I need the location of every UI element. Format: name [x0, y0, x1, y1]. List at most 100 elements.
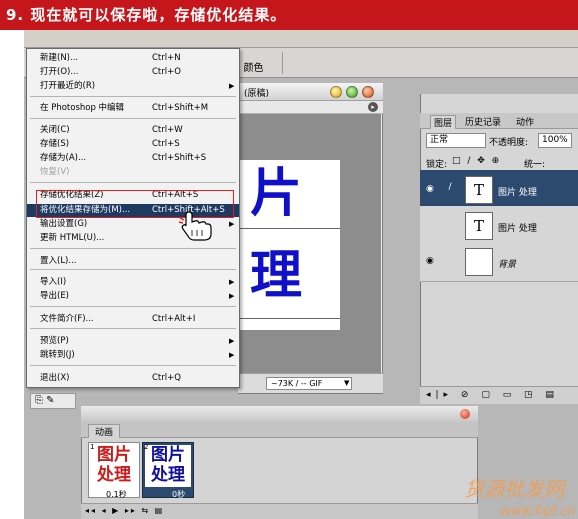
menu-item-label: 置入(L)... — [40, 256, 77, 266]
menu-separator — [30, 269, 236, 270]
menu-item-label: 导出(E) — [40, 291, 70, 301]
lock-label: 锁定: — [426, 160, 448, 170]
layer-thumbnail — [465, 248, 493, 276]
menu-item[interactable]: 新建(N)... Ctrl+N — [27, 52, 239, 65]
document-ruler — [238, 101, 383, 114]
tab-layers[interactable]: 图层 — [430, 115, 457, 129]
menu-item-label: 新建(N)... — [40, 53, 79, 63]
menu-item-label: 存储(S) — [40, 139, 70, 149]
menu-item-label: 文件简介(F)... — [40, 314, 94, 324]
submenu-arrow-icon: ▶ — [229, 220, 235, 228]
layer-name[interactable]: 图片 处理 — [498, 221, 537, 234]
menu-item[interactable]: 退出(X) Ctrl+Q — [27, 372, 239, 385]
frame-text: 图片 — [97, 445, 131, 465]
menu-item[interactable]: 导入(I) ▶ — [27, 276, 239, 289]
menu-item-shortcut: Ctrl+Alt+I — [152, 314, 196, 324]
slice-line — [240, 318, 340, 319]
tab-history[interactable]: 历史记录 — [465, 115, 501, 128]
submenu-arrow-icon: ▶ — [229, 278, 235, 286]
menu-item-label: 恢复(V) — [40, 167, 70, 177]
hand-cursor-icon — [178, 211, 212, 241]
menu-item-shortcut: Ctrl+N — [152, 53, 181, 63]
lock-icons[interactable]: □ ∕ ✥ ⊕ — [452, 156, 501, 166]
menu-item-label: 存储为(A)... — [40, 153, 87, 163]
menu-item[interactable]: 文件简介(F)... Ctrl+Alt+I — [27, 313, 239, 326]
menu-item-label: 打开(O)... — [40, 67, 79, 77]
menu-separator — [30, 96, 236, 97]
frame-text: 处理 — [97, 465, 131, 485]
menu-item[interactable]: 在 Photoshop 中编辑 Ctrl+Shift+M — [27, 102, 239, 115]
menu-item-shortcut: Ctrl+Shift+S — [152, 153, 207, 163]
menu-item-shortcut: Ctrl+O — [152, 67, 181, 77]
frame-delay[interactable]: 0秒 — [172, 489, 185, 500]
frame-delay[interactable]: 0.1秒 — [106, 489, 127, 500]
menu-separator — [30, 248, 236, 249]
menu-item[interactable]: 存储为(A)... Ctrl+Shift+S — [27, 152, 239, 165]
instruction-text: 9. 现在就可以保存啦，存储优化结果。 — [6, 6, 287, 24]
menu-item-shortcut: Ctrl+W — [152, 125, 183, 135]
submenu-arrow-icon: ▶ — [229, 82, 235, 90]
chevron-down-icon[interactable]: ▼ — [344, 379, 349, 387]
menu-item-label: 跳转到(J) — [40, 350, 75, 360]
layers-footer-icons[interactable]: ◂|▸ ⊘ ▢ ▭ ◳ ▤ — [420, 386, 578, 404]
menu-separator — [30, 306, 236, 307]
menu-separator — [30, 118, 236, 119]
menu-item[interactable]: 打开(O)... Ctrl+O — [27, 66, 239, 79]
canvas-char: 片 — [250, 163, 303, 224]
tab-animation[interactable]: 动画 — [88, 424, 121, 438]
optimization-info-select[interactable]: ~73K / -- GIF — [266, 377, 352, 390]
frame-number: 1 — [90, 443, 95, 451]
animation-controls[interactable]: ◂◂ ◂ ▶ ▸▸ ⇆ ▤ — [81, 503, 478, 519]
tab-actions[interactable]: 动作 — [516, 115, 534, 128]
layer-name[interactable]: 图片 处理 — [498, 185, 537, 198]
close-window-button[interactable] — [362, 86, 374, 98]
menu-item[interactable]: 预览(P) ▶ — [27, 335, 239, 348]
brush-icon: ∕ — [448, 182, 452, 192]
layer-thumbnail: T — [465, 176, 493, 204]
menu-item[interactable]: 存储(S) Ctrl+S — [27, 138, 239, 151]
canvas-char: 理 — [250, 245, 303, 306]
eye-icon[interactable]: ◉ — [426, 184, 438, 194]
layer-thumbnail: T — [465, 212, 493, 240]
menu-item-label: 退出(X) — [40, 373, 70, 383]
menu-item[interactable]: 跳转到(J) ▶ — [27, 349, 239, 362]
close-icon[interactable] — [460, 409, 470, 419]
animation-titlebar[interactable] — [81, 406, 478, 422]
menu-item-label: 预览(P) — [40, 336, 69, 346]
menu-item[interactable]: 恢复(V) — [27, 166, 239, 179]
options-bar-separator — [282, 52, 283, 74]
tool-icons[interactable]: ⎘ ✎ — [30, 393, 76, 409]
menu-item-label: 导入(I) — [40, 277, 67, 287]
menu-separator — [30, 365, 236, 366]
menu-separator — [30, 182, 236, 183]
menu-item[interactable]: 打开最近的(R) ▶ — [27, 80, 239, 93]
document-title: (原稿) — [244, 89, 270, 99]
submenu-arrow-icon: ▶ — [229, 351, 235, 359]
panel-menu-arrow-icon[interactable]: ▸ — [368, 102, 378, 112]
menu-separator — [30, 328, 236, 329]
frame-thumbnail: 图片 处理 — [145, 445, 191, 487]
watermark-logo: 货源批发网 www.6pf.cn — [464, 477, 576, 519]
opacity-input[interactable]: 100% — [538, 133, 572, 148]
menu-bar — [24, 30, 578, 48]
eye-icon[interactable]: ◉ — [426, 256, 438, 266]
menu-item[interactable]: 置入(L)... — [27, 255, 239, 268]
minimize-button[interactable] — [330, 86, 342, 98]
menu-item[interactable]: 导出(E) ▶ — [27, 290, 239, 303]
menu-item-label: 输出设置(G) — [40, 219, 88, 229]
menu-item[interactable]: 关闭(C) Ctrl+W — [27, 124, 239, 137]
submenu-arrow-icon: ▶ — [229, 337, 235, 345]
blend-mode-select[interactable]: 正常 — [426, 133, 486, 148]
layer-name[interactable]: 背景 — [498, 257, 516, 270]
frame-text: 处理 — [151, 465, 185, 485]
slice-line — [240, 228, 340, 229]
svg-text:www.6pf.cn: www.6pf.cn — [500, 504, 576, 519]
menu-item-label: 更新 HTML(U)... — [40, 233, 105, 243]
menu-item-shortcut: Ctrl+Shift+M — [152, 103, 209, 113]
frame-text: 图片 — [151, 445, 185, 465]
frame-thumbnail: 图片 处理 — [91, 445, 137, 487]
menu-item-shortcut: Ctrl+S — [152, 139, 180, 149]
unify-label: 统一: — [524, 160, 546, 170]
menu-item-label: 打开最近的(R) — [40, 81, 96, 91]
maximize-button[interactable] — [346, 86, 358, 98]
